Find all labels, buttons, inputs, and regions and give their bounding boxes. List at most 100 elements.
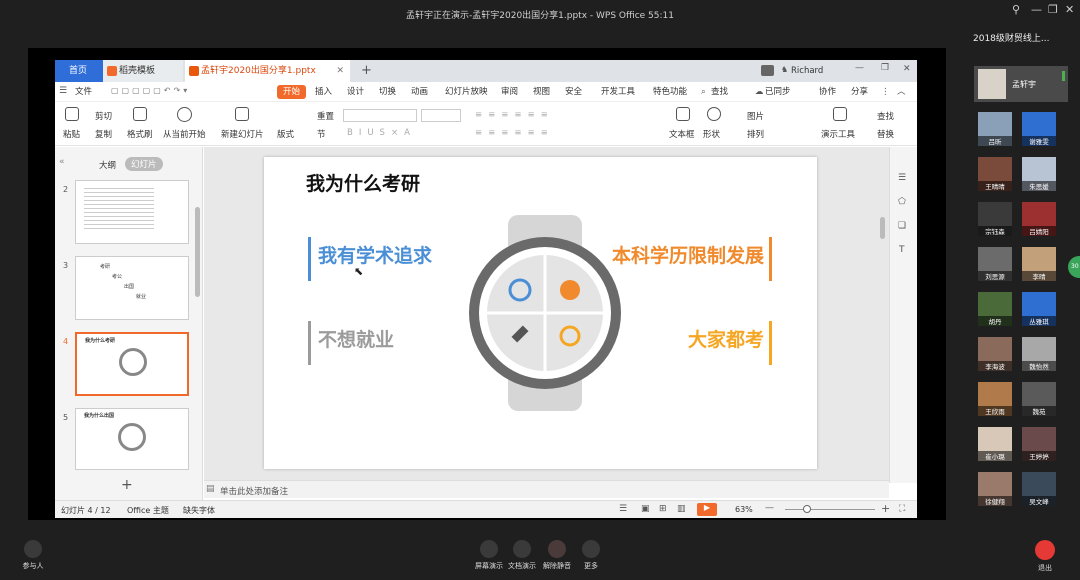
slides-tab[interactable]: 幻灯片 bbox=[125, 157, 163, 171]
slide-title[interactable]: 我为什么考研 bbox=[306, 169, 420, 196]
menu-view[interactable]: 视图 bbox=[533, 85, 550, 99]
exit-button[interactable]: 退出 bbox=[1028, 540, 1062, 573]
participant-tile[interactable]: 魏苑 bbox=[1022, 382, 1056, 416]
picture-button[interactable]: 图片 bbox=[747, 110, 764, 122]
format-painter-button[interactable]: 格式刷 bbox=[127, 128, 153, 140]
slide-thumbnail-5[interactable]: 我为什么出国 bbox=[75, 408, 189, 470]
unmute-button[interactable]: 解除静音 bbox=[540, 540, 574, 571]
adjust-icon[interactable]: ☰ bbox=[898, 173, 906, 183]
tab-templates[interactable]: 稻壳模板 bbox=[103, 60, 183, 82]
more-icon[interactable]: ⋮ bbox=[881, 85, 890, 99]
tab-home[interactable]: 首页 bbox=[55, 60, 103, 82]
slide-canvas[interactable]: 我为什么考研 我有学术追求 不想就业 本科学历限制发展 大家都考 ⬉ bbox=[264, 157, 817, 469]
presentation-tools-button[interactable]: 演示工具 bbox=[821, 128, 855, 140]
participant-tile[interactable]: 崔小璐 bbox=[978, 427, 1012, 461]
menu-insert[interactable]: 插入 bbox=[315, 85, 332, 99]
section-button[interactable]: 节 bbox=[317, 128, 326, 140]
participant-tile[interactable]: 李海波 bbox=[978, 337, 1012, 371]
replace-button[interactable]: 替换 bbox=[877, 128, 894, 140]
zoom-level[interactable]: 63% bbox=[735, 505, 753, 514]
shape-button[interactable]: 形状 bbox=[703, 128, 720, 140]
menu-animation[interactable]: 动画 bbox=[411, 85, 428, 99]
slide-thumbnail-2[interactable] bbox=[75, 180, 189, 244]
zoom-out-icon[interactable]: — bbox=[765, 503, 774, 513]
editor-scrollbar[interactable] bbox=[880, 217, 885, 239]
textbox-icon[interactable] bbox=[676, 107, 690, 121]
textbox-button[interactable]: 文本框 bbox=[669, 128, 695, 140]
menu-developer[interactable]: 开发工具 bbox=[601, 85, 635, 99]
restore-icon[interactable]: ❐ bbox=[1048, 3, 1058, 16]
align-buttons[interactable]: ≡≡≡≡≡≡ bbox=[475, 128, 554, 138]
collapse-panel-icon[interactable]: « bbox=[59, 157, 65, 167]
close-icon[interactable]: ✕ bbox=[903, 64, 911, 74]
participant-tile[interactable]: 谢雅雯 bbox=[1022, 112, 1056, 146]
presentation-tools-icon[interactable] bbox=[833, 107, 847, 121]
participant-tile[interactable]: 宗钰森 bbox=[978, 202, 1012, 236]
zoom-slider[interactable] bbox=[785, 509, 875, 510]
paragraph-buttons[interactable]: ≡≡≡≡≡≡ bbox=[475, 110, 554, 120]
hamburger-icon[interactable]: ☰ bbox=[59, 86, 67, 96]
font-size-select[interactable] bbox=[421, 109, 461, 122]
shape-style-icon[interactable]: ⬠ bbox=[898, 197, 906, 207]
format-painter-icon[interactable] bbox=[133, 107, 147, 121]
sync-status[interactable]: 已同步 bbox=[765, 85, 791, 99]
menu-security[interactable]: 安全 bbox=[565, 85, 582, 99]
tab-document[interactable]: 孟轩宇2020出国分享1.pptx ✕ bbox=[185, 60, 350, 82]
window-badge-icon[interactable] bbox=[761, 65, 774, 76]
participant-tile[interactable]: 徐健翔 bbox=[978, 472, 1012, 506]
shape-icon[interactable] bbox=[707, 107, 721, 121]
panel-scrollbar[interactable] bbox=[195, 207, 200, 297]
user-name[interactable]: Richard bbox=[791, 66, 823, 76]
menu-design[interactable]: 设计 bbox=[347, 85, 364, 99]
outline-tab[interactable]: 大纲 bbox=[99, 159, 116, 171]
add-slide-icon[interactable]: + bbox=[121, 477, 133, 493]
notes-area[interactable]: ▤ 单击此处添加备注 bbox=[204, 480, 889, 498]
from-current-button[interactable]: 从当前开始 bbox=[163, 128, 206, 140]
animation-icon[interactable]: ❏ bbox=[898, 221, 906, 231]
menu-home[interactable]: 开始 bbox=[277, 85, 307, 99]
layout-button[interactable]: 版式 bbox=[277, 128, 294, 140]
paste-icon[interactable] bbox=[65, 107, 79, 121]
participant-tile[interactable]: 吕婧阳 bbox=[1022, 202, 1056, 236]
arrange-button[interactable]: 排列 bbox=[747, 128, 764, 140]
collapse-ribbon-icon[interactable]: ︿ bbox=[897, 85, 906, 99]
slide-thumbnail-4[interactable]: 我为什么考研 bbox=[75, 332, 189, 396]
missing-font-button[interactable]: 缺失字体 bbox=[183, 505, 215, 516]
font-name-select[interactable] bbox=[343, 109, 417, 122]
share-button[interactable]: 分享 bbox=[851, 85, 868, 99]
sorter-view-icon[interactable]: ⊞ bbox=[659, 504, 667, 514]
group-name[interactable]: 2018级财贸线上... bbox=[973, 31, 1050, 44]
play-icon[interactable] bbox=[177, 107, 192, 122]
play-slideshow-button[interactable]: ▶ bbox=[697, 503, 717, 516]
participant-tile[interactable]: 王婷婷 bbox=[1022, 427, 1056, 461]
zoom-in-icon[interactable]: + bbox=[881, 502, 890, 515]
search-button[interactable]: 查找 bbox=[711, 85, 728, 99]
menu-transition[interactable]: 切换 bbox=[379, 85, 396, 99]
participant-tile[interactable]: 吴文峰 bbox=[1022, 472, 1056, 506]
participant-tile[interactable]: 李晴 bbox=[1022, 247, 1056, 281]
participant-tile[interactable]: 吕昕 bbox=[978, 112, 1012, 146]
reason-academic[interactable]: 我有学术追求 bbox=[318, 241, 432, 268]
reason-everyone[interactable]: 大家都考 bbox=[644, 325, 764, 352]
doc-share-button[interactable]: 文档演示 bbox=[505, 540, 539, 571]
normal-view-icon[interactable]: ▣ bbox=[641, 504, 650, 514]
participant-tile[interactable]: 王欣雨 bbox=[978, 382, 1012, 416]
menu-review[interactable]: 审阅 bbox=[501, 85, 518, 99]
menu-slideshow[interactable]: 幻灯片放映 bbox=[445, 85, 488, 99]
close-icon[interactable]: ✕ bbox=[1065, 3, 1074, 16]
reading-view-icon[interactable]: ▥ bbox=[677, 504, 686, 514]
user-avatar-icon[interactable]: ♞ bbox=[781, 65, 788, 74]
participant-tile[interactable]: 王晴晴 bbox=[978, 157, 1012, 191]
copy-button[interactable]: 复制 bbox=[95, 128, 112, 140]
more-button[interactable]: 更多 bbox=[574, 540, 608, 571]
presenter-tile[interactable]: 孟轩宇 bbox=[974, 66, 1068, 102]
search-icon[interactable]: ⌕ bbox=[701, 85, 706, 99]
pin-icon[interactable]: ⚲ bbox=[1012, 3, 1020, 16]
screen-share-button[interactable]: 屏幕演示 bbox=[472, 540, 506, 571]
minimize-icon[interactable]: — bbox=[1031, 3, 1042, 16]
minimize-icon[interactable]: — bbox=[855, 63, 864, 73]
cut-button[interactable]: 剪切 bbox=[95, 110, 112, 122]
menu-file[interactable]: 文件 bbox=[75, 85, 92, 99]
participant-tile[interactable]: 丛雅琪 bbox=[1022, 292, 1056, 326]
restore-icon[interactable]: ❐ bbox=[881, 63, 889, 73]
